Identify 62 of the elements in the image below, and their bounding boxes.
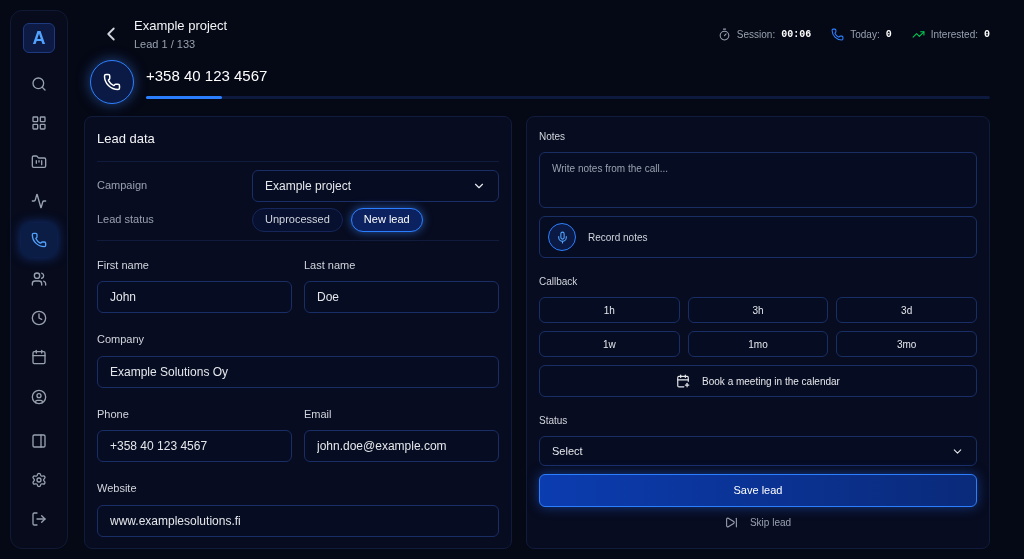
field-label: Email: [304, 406, 333, 422]
field-label: Campaign: [97, 178, 149, 194]
settings-icon: [31, 471, 47, 488]
skip-lead-button[interactable]: Skip lead: [724, 515, 792, 530]
skip-icon: [724, 516, 738, 529]
panel-title: Lead data: [97, 130, 156, 148]
input-field[interactable]: john.doe@example.com: [304, 430, 499, 462]
panel-icon: [31, 432, 47, 449]
field-label: Last name: [304, 257, 357, 273]
phone-number: +358 40 123 4567: [146, 66, 269, 87]
stat-label: Today:: [850, 27, 880, 42]
notes-field[interactable]: Write notes from the call...: [539, 152, 977, 208]
grid-icon: [31, 114, 47, 131]
activity-icon: [31, 192, 47, 209]
save-lead-button[interactable]: Save lead: [539, 474, 977, 507]
field-label: Notes: [539, 130, 567, 144]
field-label: First name: [97, 257, 150, 273]
stat-label: Interested:: [930, 27, 978, 42]
field-label: Status: [539, 414, 569, 428]
status-dropdown[interactable]: Select: [539, 436, 977, 466]
field-label: Phone: [97, 406, 130, 422]
book-meeting-button[interactable]: Book a meeting in the calendar: [539, 365, 977, 397]
user-circle-icon: [31, 388, 47, 405]
callback-option[interactable]: 1mo: [687, 331, 829, 357]
stopwatch-icon: [717, 27, 731, 41]
stat-value: 0: [885, 27, 892, 42]
stat-label: Session:: [736, 27, 776, 42]
app-logo: A: [23, 23, 55, 54]
callback-option[interactable]: 3mo: [836, 331, 977, 357]
field-label: Website: [97, 481, 138, 496]
project-title: Example project: [134, 17, 228, 35]
clock-icon: [31, 310, 47, 327]
field-label: Callback: [539, 275, 579, 289]
stat-value: 0: [984, 27, 990, 42]
microphone-icon: [548, 223, 576, 251]
input-field[interactable]: Example Solutions Oy: [97, 355, 499, 388]
callback-option[interactable]: 1w: [539, 331, 680, 357]
callback-option[interactable]: 1h: [539, 297, 680, 323]
field-label: Company: [97, 332, 146, 347]
callback-option[interactable]: 3d: [836, 297, 977, 323]
search-icon: [31, 75, 47, 92]
lead-counter: Lead 1 / 133: [134, 36, 197, 52]
input-field[interactable]: Doe: [304, 281, 499, 313]
status-chip[interactable]: Unprocessed: [252, 207, 343, 232]
field-label: Lead status: [97, 212, 155, 228]
campaign-dropdown[interactable]: Example project: [252, 169, 499, 202]
phone-icon: [831, 27, 845, 41]
record-notes-button[interactable]: Record notes: [539, 216, 977, 258]
sidebar-item[interactable]: [21, 222, 57, 258]
calendar-icon: [31, 349, 47, 366]
input-field[interactable]: www.examplesolutions.fi: [97, 504, 499, 537]
input-field[interactable]: John: [97, 281, 292, 313]
callback-option[interactable]: 3h: [687, 297, 829, 323]
input-field[interactable]: +358 40 123 4567: [97, 430, 292, 462]
folder-icon: [31, 153, 47, 170]
stat-value: 00:06: [781, 27, 812, 42]
logout-icon: [31, 510, 47, 527]
users-icon: [31, 271, 47, 288]
calendar-plus-icon: [676, 374, 691, 388]
phone-icon: [31, 232, 47, 248]
phone-call-icon: [90, 60, 134, 104]
status-chip[interactable]: New lead: [350, 207, 423, 232]
